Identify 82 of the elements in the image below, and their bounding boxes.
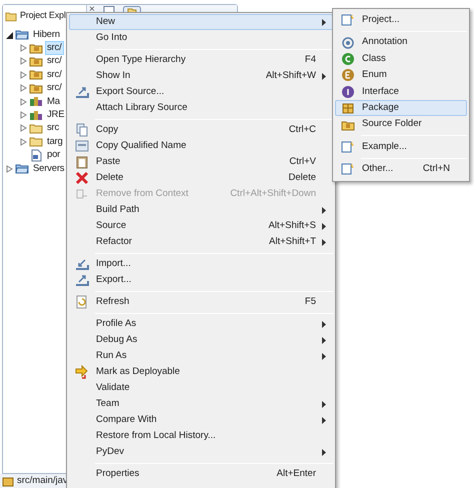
menu-item[interactable]: Interface bbox=[335, 84, 467, 100]
tree-item[interactable]: src bbox=[45, 121, 62, 136]
annotation-icon bbox=[341, 36, 355, 50]
status-text: src/main/jav bbox=[17, 474, 68, 488]
tree-item[interactable]: src/ bbox=[45, 54, 64, 68]
menu-item[interactable]: Other... Ctrl+N bbox=[335, 161, 467, 178]
menu-item[interactable]: Debug As bbox=[69, 332, 333, 348]
interface-icon bbox=[341, 84, 355, 99]
project-folder-icon bbox=[15, 28, 29, 42]
library-icon bbox=[29, 108, 43, 122]
menu-item[interactable]: PyDev bbox=[69, 444, 333, 460]
tree-item[interactable]: Servers bbox=[31, 162, 66, 176]
close-icon[interactable]: × bbox=[89, 5, 95, 14]
menu-item[interactable]: Open Type Hierarchy F4 bbox=[69, 52, 333, 68]
file-icon bbox=[29, 148, 43, 162]
menu-item[interactable]: Go Into bbox=[69, 30, 333, 46]
menu-item[interactable]: Package bbox=[335, 100, 467, 116]
menu-item[interactable]: Compare With bbox=[69, 412, 333, 428]
expanded-arrow-icon[interactable] bbox=[6, 30, 13, 39]
menu-item[interactable]: Mark as Deployable bbox=[69, 364, 333, 380]
panel-title: Project Expl bbox=[20, 9, 66, 22]
import-icon bbox=[75, 257, 89, 271]
project-folder-icon bbox=[15, 162, 29, 176]
collapsed-arrow-icon[interactable] bbox=[6, 164, 13, 173]
menu-item[interactable]: Profile As bbox=[69, 316, 333, 332]
enum-icon bbox=[341, 68, 355, 82]
menu-item[interactable]: Build Path bbox=[69, 202, 333, 218]
project-icon bbox=[341, 140, 355, 154]
menu-item[interactable]: New bbox=[69, 14, 333, 30]
clipboard-icon bbox=[75, 155, 89, 169]
menu-item[interactable]: Export... bbox=[69, 272, 333, 288]
menu-item[interactable]: Copy Ctrl+C bbox=[69, 122, 333, 138]
menu-item[interactable]: Enum bbox=[335, 67, 467, 84]
package-folder-icon bbox=[29, 42, 43, 55]
folder-icon bbox=[5, 10, 17, 22]
menu-item[interactable]: Refactor Alt+Shift+T bbox=[69, 234, 333, 250]
menu-item[interactable]: Import... bbox=[69, 256, 333, 272]
tree-item[interactable]: Ma bbox=[45, 94, 62, 109]
package-folder-icon bbox=[29, 54, 43, 68]
menu-item[interactable]: Show In Alt+Shift+W bbox=[69, 68, 333, 84]
menu-item[interactable]: Paste Ctrl+V bbox=[69, 154, 333, 170]
tree-item[interactable]: por bbox=[45, 148, 62, 162]
menu-item[interactable]: Attach Library Source bbox=[69, 100, 333, 116]
tree-item[interactable]: targ bbox=[45, 134, 65, 149]
menu-item[interactable]: Project... bbox=[335, 12, 467, 28]
menu-item[interactable]: Properties Alt+Enter bbox=[69, 466, 333, 482]
copy-icon bbox=[75, 123, 89, 137]
menu-item[interactable]: Copy Qualified Name bbox=[69, 138, 333, 154]
menu-item[interactable]: Delete Delete bbox=[69, 170, 333, 186]
menu-item[interactable]: Source Folder bbox=[335, 116, 467, 133]
package-icon bbox=[2, 476, 14, 486]
deploy-arrow-icon bbox=[75, 365, 89, 379]
menu-item[interactable]: Source Alt+Shift+S bbox=[69, 218, 333, 234]
tree-item[interactable]: src/ bbox=[45, 81, 64, 96]
copy-name-icon bbox=[75, 139, 89, 153]
delete-icon bbox=[75, 171, 89, 185]
tree-item[interactable]: src/ bbox=[45, 68, 64, 82]
remove-icon bbox=[75, 187, 89, 201]
project-icon bbox=[341, 13, 355, 28]
package-folder-icon bbox=[29, 68, 43, 82]
menu-item[interactable]: Annotation bbox=[335, 34, 467, 51]
folder-icon bbox=[29, 135, 43, 148]
export-icon bbox=[75, 273, 89, 287]
menu-item[interactable]: Run As bbox=[69, 348, 333, 364]
package-icon bbox=[341, 101, 355, 116]
tree-item[interactable]: JRE bbox=[45, 108, 66, 122]
class-icon bbox=[341, 52, 355, 66]
menu-item[interactable]: Restore from Local History... bbox=[69, 428, 333, 444]
folder-icon bbox=[29, 122, 43, 135]
menu-item[interactable]: Refresh F5 bbox=[69, 294, 333, 310]
menu-item[interactable]: Example... bbox=[335, 138, 467, 156]
menu-item[interactable]: Validate bbox=[69, 380, 333, 396]
menu-item[interactable]: Export Source... bbox=[69, 84, 333, 100]
menu-item[interactable]: Class bbox=[335, 50, 467, 68]
package-folder-icon bbox=[29, 82, 43, 95]
menu-item[interactable]: Team bbox=[69, 396, 333, 412]
refresh-icon bbox=[75, 295, 89, 309]
tree-item[interactable]: Hibern bbox=[31, 28, 62, 42]
project-icon bbox=[341, 162, 355, 176]
tree-item[interactable]: src/ bbox=[45, 41, 64, 56]
export-icon bbox=[75, 85, 89, 99]
library-icon bbox=[29, 95, 43, 108]
